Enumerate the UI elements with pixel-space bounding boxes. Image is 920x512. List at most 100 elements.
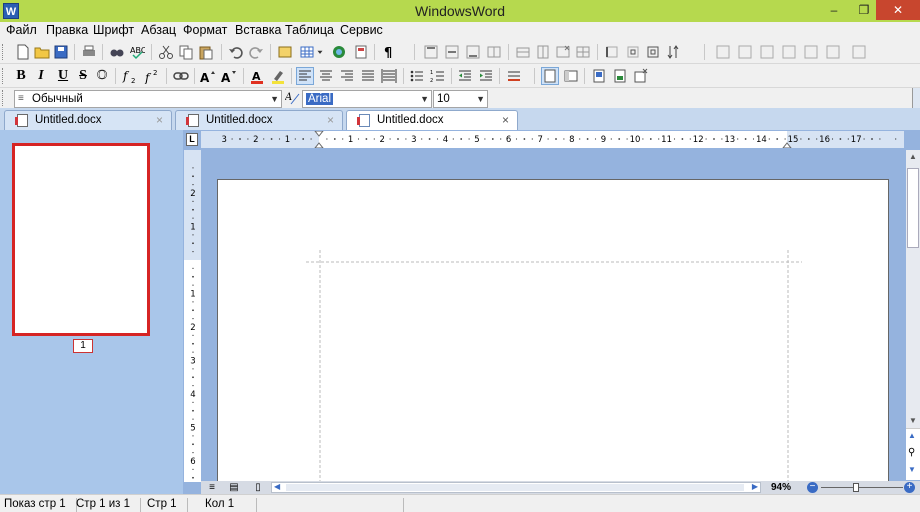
tab-close-icon[interactable]: × bbox=[156, 111, 163, 129]
new-document-icon[interactable] bbox=[14, 43, 32, 61]
page-delete-icon[interactable] bbox=[632, 67, 650, 85]
align-right-icon[interactable] bbox=[338, 67, 356, 85]
outline-button[interactable]: O bbox=[93, 67, 111, 85]
scroll-up-icon[interactable]: ▲ bbox=[907, 152, 919, 162]
border-style-4-icon[interactable] bbox=[780, 43, 798, 61]
underline-button[interactable]: U bbox=[54, 67, 72, 85]
page-thumbnail[interactable] bbox=[12, 143, 150, 336]
next-page-icon[interactable]: ▼ bbox=[908, 465, 916, 474]
print-view-icon[interactable]: ▯ bbox=[251, 481, 265, 494]
table-align-middle-icon[interactable] bbox=[443, 43, 461, 61]
indent-decrease-icon[interactable] bbox=[456, 67, 474, 85]
table-merge-icon[interactable] bbox=[485, 43, 503, 61]
distribute-icon[interactable] bbox=[380, 67, 398, 85]
font-color-icon[interactable]: A bbox=[248, 67, 266, 85]
indent-increase-icon[interactable] bbox=[477, 67, 495, 85]
table-align-bottom-icon[interactable] bbox=[464, 43, 482, 61]
tab-document-2[interactable]: Untitled.docx × bbox=[175, 110, 343, 130]
border-style-5-icon[interactable] bbox=[802, 43, 820, 61]
save-icon[interactable] bbox=[52, 43, 70, 61]
table-border-left-icon[interactable] bbox=[603, 43, 621, 61]
chevron-down-icon[interactable]: ▼ bbox=[270, 91, 279, 107]
style-select[interactable]: ≡ Обычный ▼ bbox=[14, 90, 282, 108]
delete-cells-icon[interactable] bbox=[554, 43, 572, 61]
menu-insert[interactable]: Вставка bbox=[235, 23, 281, 37]
insert-image-icon[interactable] bbox=[276, 43, 294, 61]
insert-table-icon[interactable] bbox=[298, 43, 316, 61]
horizontal-scroll-thumb[interactable] bbox=[286, 484, 744, 491]
sort-icon[interactable] bbox=[664, 43, 682, 61]
table-dropdown-icon[interactable] bbox=[315, 43, 325, 61]
border-style-7-icon[interactable] bbox=[850, 43, 868, 61]
subscript-icon[interactable]: f2 bbox=[121, 67, 139, 85]
zoom-in-icon[interactable]: + bbox=[904, 482, 915, 493]
chevron-down-icon[interactable]: ▼ bbox=[420, 91, 429, 107]
menu-paragraph[interactable]: Абзац bbox=[141, 23, 176, 37]
menu-edit[interactable]: Правка bbox=[46, 23, 88, 37]
tab-stop-button[interactable]: L bbox=[186, 133, 198, 146]
zoom-slider-handle[interactable] bbox=[853, 483, 859, 492]
menu-file[interactable]: Файл bbox=[6, 23, 37, 37]
show-formatting-icon[interactable]: ¶ bbox=[380, 43, 398, 61]
vertical-scrollbar[interactable]: ▲ ▼ ▲ ⚲ ▼ bbox=[906, 150, 920, 480]
table-border-all-icon[interactable] bbox=[644, 43, 662, 61]
minimize-button[interactable]: ‒ bbox=[820, 0, 848, 20]
link-chain-icon[interactable] bbox=[172, 67, 190, 85]
line-spacing-icon[interactable] bbox=[505, 67, 523, 85]
chevron-down-icon[interactable]: ▼ bbox=[476, 91, 485, 107]
toolbar-overflow[interactable] bbox=[912, 88, 920, 108]
horizontal-scroll-track[interactable]: ◀ ▶ bbox=[271, 482, 761, 493]
previous-page-icon[interactable]: ▲ bbox=[908, 431, 916, 440]
toolbar-grip[interactable] bbox=[2, 90, 5, 106]
outline-view-icon[interactable]: ▤ bbox=[227, 481, 241, 494]
font-select[interactable]: Arial ▼ bbox=[302, 90, 432, 108]
undo-icon[interactable] bbox=[227, 43, 245, 61]
border-style-1-icon[interactable] bbox=[714, 43, 732, 61]
zoom-out-icon[interactable]: − bbox=[807, 482, 818, 493]
redo-icon[interactable] bbox=[247, 43, 265, 61]
superscript-icon[interactable]: f2 bbox=[143, 67, 161, 85]
table-align-top-icon[interactable] bbox=[422, 43, 440, 61]
scroll-down-icon[interactable]: ▼ bbox=[907, 416, 919, 426]
normal-view-icon[interactable]: ≡ bbox=[205, 481, 219, 494]
menu-tools[interactable]: Сервис bbox=[340, 23, 383, 37]
open-folder-icon[interactable] bbox=[33, 43, 51, 61]
page-layout-view-icon[interactable] bbox=[541, 67, 559, 85]
menu-table[interactable]: Таблица bbox=[285, 23, 334, 37]
highlight-icon[interactable] bbox=[269, 67, 287, 85]
copy-icon[interactable] bbox=[177, 43, 195, 61]
border-style-6-icon[interactable] bbox=[824, 43, 842, 61]
tab-close-icon[interactable]: × bbox=[327, 111, 334, 129]
table-border-inner-icon[interactable] bbox=[624, 43, 642, 61]
tab-document-3[interactable]: Untitled.docx × bbox=[346, 110, 518, 130]
restore-button[interactable]: ❐ bbox=[850, 0, 878, 20]
split-cells-icon[interactable] bbox=[574, 43, 592, 61]
browse-object-icon[interactable]: ⚲ bbox=[908, 447, 915, 458]
shrink-font-icon[interactable]: A bbox=[220, 67, 238, 85]
scroll-right-icon[interactable]: ▶ bbox=[752, 482, 758, 491]
spellcheck-icon[interactable]: ABC bbox=[128, 43, 146, 61]
strikethrough-button[interactable]: S bbox=[74, 67, 92, 85]
italic-button[interactable]: I bbox=[32, 67, 50, 85]
toolbar-grip[interactable] bbox=[2, 68, 5, 84]
page-setup-icon[interactable] bbox=[590, 67, 608, 85]
hyperlink-icon[interactable] bbox=[330, 43, 348, 61]
font-format-icon[interactable]: A bbox=[284, 89, 302, 107]
bold-button[interactable]: B bbox=[12, 67, 30, 85]
toolbar-grip[interactable] bbox=[2, 44, 5, 60]
cut-icon[interactable] bbox=[157, 43, 175, 61]
vertical-ruler[interactable]: 211234567 bbox=[184, 150, 201, 501]
horizontal-ruler[interactable]: 3 2 1 1 2 3 4 5 6 7 8 9 10 11 12 13 14 15 16 17 bbox=[201, 130, 904, 149]
web-layout-view-icon[interactable] bbox=[562, 67, 580, 85]
menu-format[interactable]: Формат bbox=[183, 23, 227, 37]
zoom-slider-track[interactable] bbox=[821, 487, 903, 488]
align-center-icon[interactable] bbox=[317, 67, 335, 85]
grow-font-icon[interactable]: A bbox=[199, 67, 217, 85]
paste-icon[interactable] bbox=[197, 43, 215, 61]
page-columns-icon[interactable] bbox=[611, 67, 629, 85]
tab-close-icon[interactable]: × bbox=[502, 111, 509, 129]
align-justify-icon[interactable] bbox=[359, 67, 377, 85]
scroll-left-icon[interactable]: ◀ bbox=[274, 482, 280, 491]
tab-document-1[interactable]: Untitled.docx × bbox=[4, 110, 172, 130]
header-footer-icon[interactable] bbox=[352, 43, 370, 61]
